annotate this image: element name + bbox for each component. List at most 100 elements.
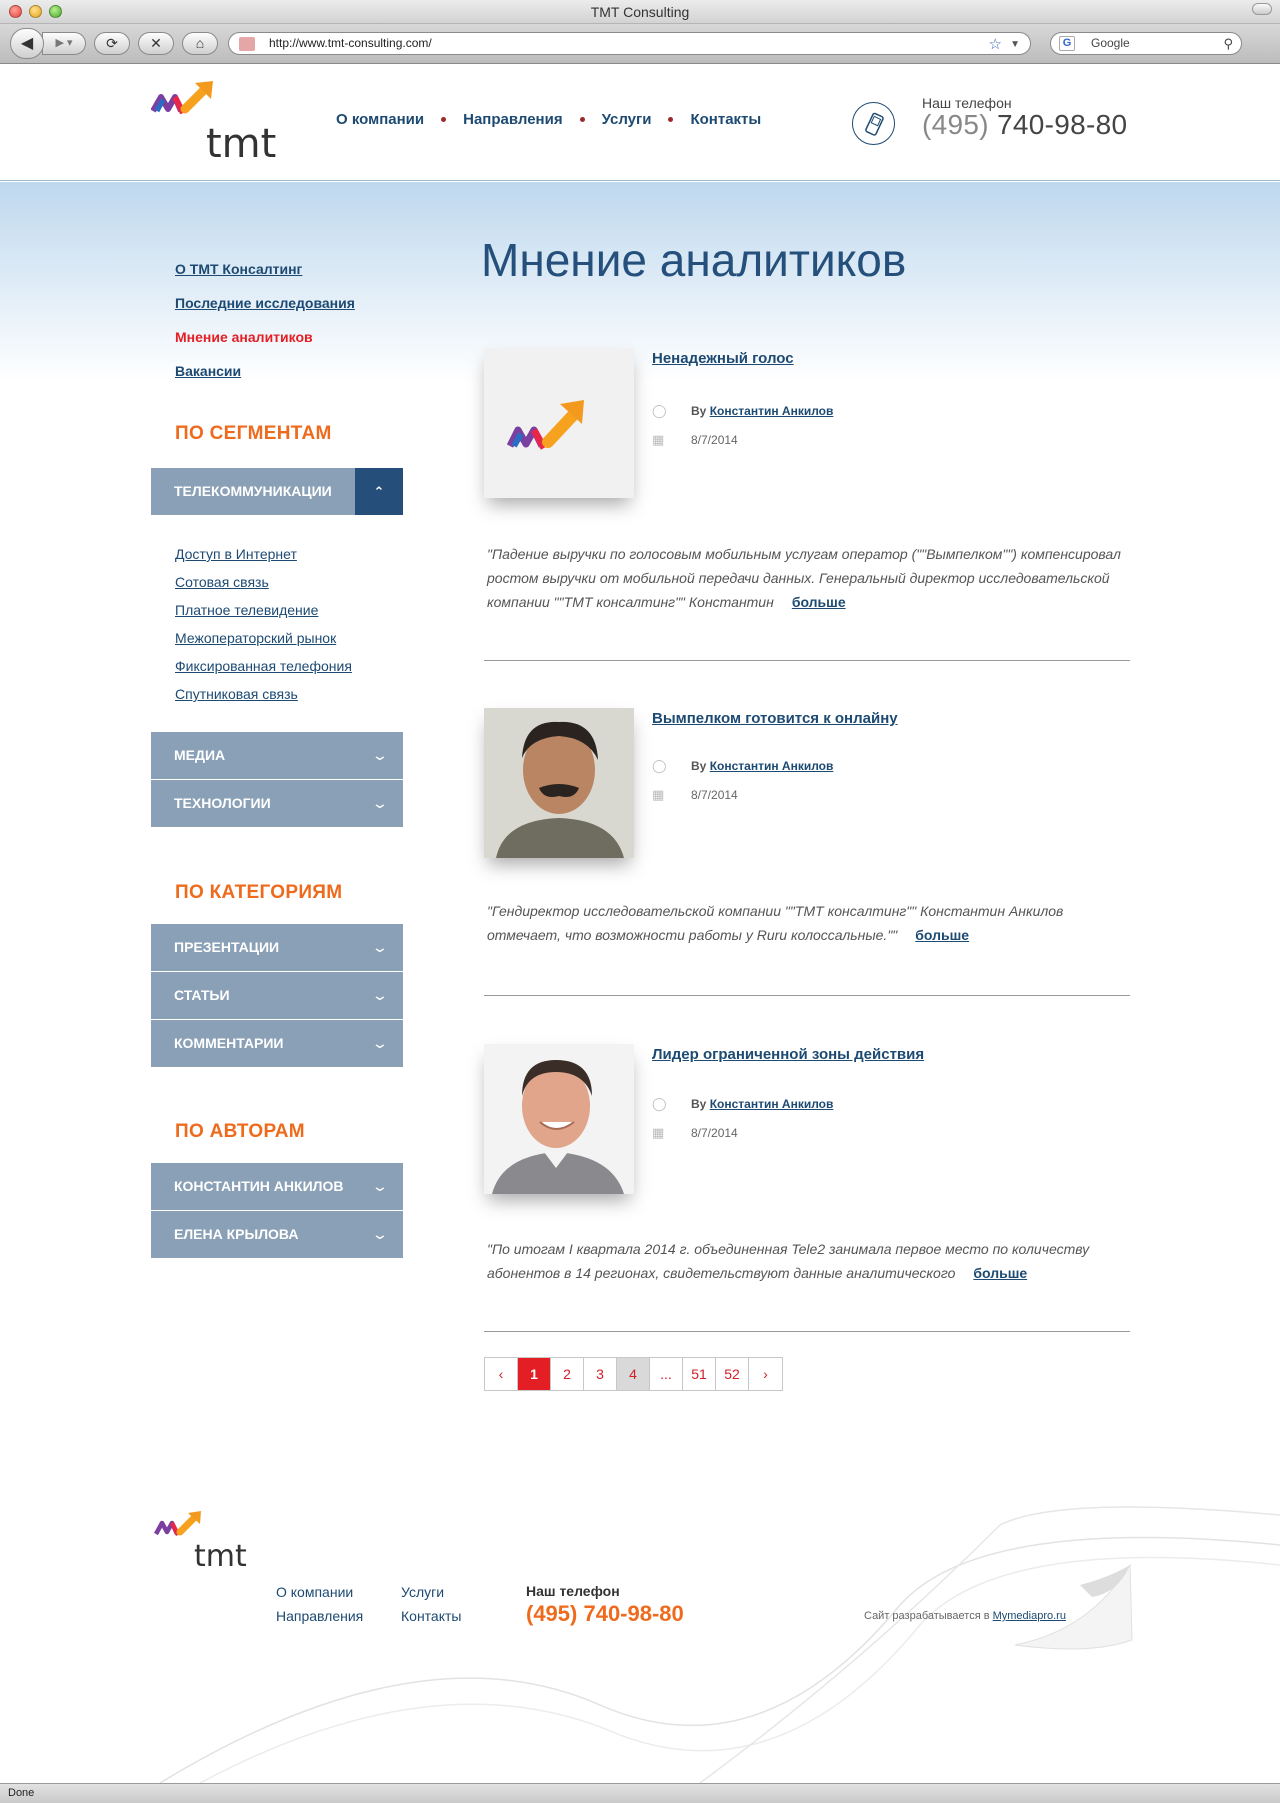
credit-link[interactable]: Mymediapro.ru (993, 1610, 1066, 1622)
bookmark-star-icon[interactable]: ☆ (989, 34, 1002, 55)
stop-button[interactable]: ✕ (138, 32, 174, 55)
chevron-down-icon: ⌄ (371, 1178, 389, 1194)
sidebar-item-about[interactable]: О ТМТ Консалтинг (175, 261, 355, 278)
accordion-author-krylova[interactable]: ЕЛЕНА КРЫЛОВА ⌄ (151, 1211, 403, 1258)
article-excerpt: "Падение выручки по голосовым мобильным … (487, 542, 1137, 614)
accordion-telecom[interactable]: ТЕЛЕКОММУНИКАЦИИ ⌃ (151, 468, 403, 515)
by-label: By (691, 1097, 707, 1111)
author-link[interactable]: Константин Анкилов (710, 759, 834, 773)
sidebar-item-analysts[interactable]: Мнение аналитиков (175, 329, 355, 346)
nav-directions[interactable]: Направления (463, 111, 562, 128)
article-thumbnail[interactable] (484, 348, 634, 498)
footer-link-about[interactable]: О компании (276, 1580, 363, 1604)
site-logo[interactable]: tmt (150, 79, 281, 168)
sidebar-item-research[interactable]: Последние исследования (175, 295, 355, 312)
accordion-label: ТЕХНОЛОГИИ (174, 795, 271, 811)
nav-contacts[interactable]: Контакты (690, 111, 761, 128)
browser-toolbar: ▶ ▾ ◀ ⟳ ✕ ⌂ http://www.tmt-consulting.co… (0, 24, 1280, 64)
page-button-4[interactable]: 4 (617, 1358, 650, 1390)
back-button[interactable]: ◀ (10, 28, 44, 59)
footer-links-col1: О компании Направления (276, 1580, 363, 1628)
chevron-down-icon: ⌄ (371, 939, 389, 955)
footer-links-col2: Услуги Контакты (401, 1580, 461, 1628)
sublink-interoperator[interactable]: Межоператорский рынок (175, 630, 352, 658)
sublink-paytv[interactable]: Платное телевидение (175, 602, 352, 630)
article-date: 8/7/2014 (691, 433, 738, 447)
chevron-down-icon: ⌄ (371, 795, 389, 811)
footer-logo[interactable]: tmt (154, 1510, 254, 1575)
article-thumbnail[interactable] (484, 708, 634, 858)
phone-digits: 740-98-80 (996, 109, 1128, 140)
chevron-down-icon: ⌄ (371, 747, 389, 763)
accordion-tech[interactable]: ТЕХНОЛОГИИ ⌄ (151, 780, 403, 827)
footer-phone: (495) 740-98-80 (526, 1601, 684, 1626)
author-portrait-icon (484, 708, 634, 858)
accordion-label: ПРЕЗЕНТАЦИИ (174, 939, 280, 955)
search-field[interactable]: G Google ⚲ (1050, 32, 1242, 55)
status-bar: Done (0, 1783, 1280, 1803)
nav-separator-dot (579, 117, 585, 122)
page-button-52[interactable]: 52 (716, 1358, 749, 1390)
page-button-51[interactable]: 51 (683, 1358, 716, 1390)
page-button-2[interactable]: 2 (551, 1358, 584, 1390)
accordion-label: КОММЕНТАРИИ (174, 1035, 284, 1051)
footer-link-services[interactable]: Услуги (401, 1580, 461, 1604)
accordion-label: СТАТЬИ (174, 987, 230, 1003)
home-button[interactable]: ⌂ (182, 32, 218, 55)
accordion-label: МЕДИА (174, 747, 226, 763)
search-icon[interactable]: ⚲ (1223, 33, 1233, 54)
read-more-link[interactable]: больше (792, 594, 846, 610)
user-icon: ◯ (652, 1096, 667, 1111)
article-card: Вымпелком готовится к онлайну ◯ By Конста… (484, 708, 1131, 943)
toolbar-toggle-button[interactable] (1252, 3, 1272, 15)
article-divider (484, 660, 1130, 661)
chevron-down-icon: ⌄ (371, 1035, 389, 1051)
chevron-down-icon: ⌄ (371, 987, 389, 1003)
sublink-mobile[interactable]: Сотовая связь (175, 574, 352, 602)
read-more-link[interactable]: больше (915, 927, 969, 943)
accordion-label: ТЕЛЕКОММУНИКАЦИИ (174, 483, 332, 499)
sublink-internet[interactable]: Доступ в Интернет (175, 546, 352, 574)
sublink-fixed[interactable]: Фиксированная телефония (175, 658, 352, 686)
accordion-articles[interactable]: СТАТЬИ ⌄ (151, 972, 403, 1019)
nav-services[interactable]: Услуги (602, 111, 652, 128)
forward-button[interactable]: ▶ ▾ (42, 32, 86, 55)
reload-button[interactable]: ⟳ (94, 32, 130, 55)
article-author-row: ◯ By Константин Анкилов (652, 1096, 833, 1112)
tmt-logo-icon: tmt (154, 1511, 247, 1574)
sidebar-item-vacancies[interactable]: Вакансии (175, 363, 355, 380)
chevron-up-icon[interactable]: ⌃ (355, 468, 403, 515)
prev-page-button[interactable]: ‹ (485, 1358, 518, 1390)
article-date-row: ▦ 8/7/2014 (652, 787, 738, 803)
address-bar[interactable]: http://www.tmt-consulting.com/ ☆ ▼ (228, 32, 1031, 55)
nav-about[interactable]: О компании (336, 111, 424, 128)
sublink-satellite[interactable]: Спутниковая связь (175, 686, 352, 714)
main-navigation: О компании Направления Услуги Контакты (336, 111, 761, 128)
excerpt-text: "Гендиректор исследовательской компании … (487, 903, 1064, 943)
article-thumbnail[interactable] (484, 1044, 634, 1194)
accordion-comments[interactable]: КОММЕНТАРИИ ⌄ (151, 1020, 403, 1067)
author-link[interactable]: Константин Анкилов (710, 404, 834, 418)
author-link[interactable]: Константин Анкилов (710, 1097, 834, 1111)
url-dropdown-icon[interactable]: ▼ (1010, 34, 1020, 55)
article-excerpt: "По итогам I квартала 2014 г. объединенн… (487, 1237, 1137, 1285)
accordion-label: КОНСТАНТИН АНКИЛОВ (174, 1178, 344, 1194)
accordion-media[interactable]: МЕДИА ⌄ (151, 732, 403, 779)
read-more-link[interactable]: больше (973, 1265, 1027, 1281)
article-date: 8/7/2014 (691, 1126, 738, 1140)
accordion-author-ankilov[interactable]: КОНСТАНТИН АНКИЛОВ ⌄ (151, 1163, 403, 1210)
article-title-link[interactable]: Лидер ограниченной зоны действия (652, 1046, 924, 1063)
article-excerpt: "Гендиректор исследовательской компании … (487, 899, 1137, 947)
article-title-link[interactable]: Вымпелком готовится к онлайну (652, 710, 898, 727)
article-title-link[interactable]: Ненадежный голос (652, 350, 794, 367)
window-titlebar: TMT Consulting (0, 0, 1280, 24)
google-icon[interactable]: G (1059, 36, 1075, 51)
page-button-3[interactable]: 3 (584, 1358, 617, 1390)
footer-link-contacts[interactable]: Контакты (401, 1604, 461, 1628)
footer-link-directions[interactable]: Направления (276, 1604, 363, 1628)
page-button-1[interactable]: 1 (518, 1358, 551, 1390)
url-text: http://www.tmt-consulting.com/ (269, 36, 432, 50)
accordion-presentations[interactable]: ПРЕЗЕНТАЦИИ ⌄ (151, 924, 403, 971)
next-page-button[interactable]: › (749, 1358, 782, 1390)
article-divider (484, 995, 1130, 996)
